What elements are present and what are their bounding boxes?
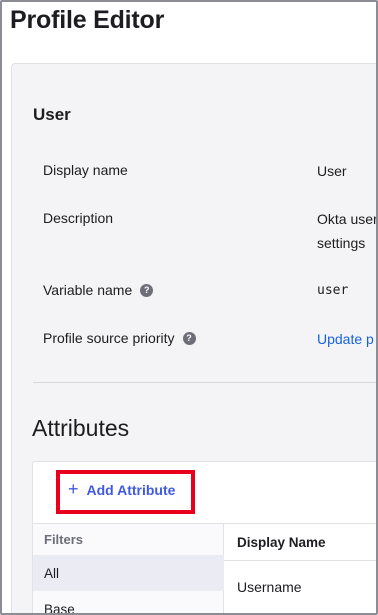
table-header-divider <box>224 560 376 561</box>
display-name-value: User <box>317 163 347 179</box>
variable-name-value: user <box>317 283 349 298</box>
filters-header: Filters <box>44 532 84 547</box>
section-title-user: User <box>33 105 71 124</box>
window-frame: Profile Editor User Display name User De… <box>0 0 378 615</box>
table-cell-username[interactable]: Username <box>237 579 302 595</box>
section-divider <box>33 382 376 383</box>
display-name-label-text: Display name <box>43 162 128 178</box>
profile-source-priority-label-text: Profile source priority <box>43 330 175 346</box>
filter-item-label: Base <box>44 601 75 615</box>
variable-name-label-text: Variable name <box>43 282 133 298</box>
display-name-label: Display name <box>43 162 128 178</box>
help-icon[interactable]: ? <box>140 283 154 297</box>
help-icon[interactable]: ? <box>182 331 196 345</box>
description-value-line1: Okta user <box>317 211 378 227</box>
plus-icon: + <box>68 479 79 499</box>
column-header-display-name[interactable]: Display Name <box>237 535 326 550</box>
filter-item-base[interactable]: Base <box>33 591 224 615</box>
profile-source-priority-label: Profile source priority ? <box>43 330 196 346</box>
description-label-text: Description <box>43 210 114 226</box>
variable-name-label: Variable name ? <box>43 282 154 298</box>
description-label: Description <box>43 210 113 226</box>
filter-item-all[interactable]: All <box>33 555 224 591</box>
update-priority-link[interactable]: Update p <box>317 327 374 351</box>
page-title: Profile Editor <box>10 6 165 34</box>
add-attribute-button[interactable]: + Add Attribute <box>68 479 176 499</box>
filter-item-label: All <box>44 565 60 581</box>
add-attribute-label: Add Attribute <box>86 482 176 498</box>
description-value-line2: settings <box>317 235 366 251</box>
attributes-title: Attributes <box>32 415 130 441</box>
